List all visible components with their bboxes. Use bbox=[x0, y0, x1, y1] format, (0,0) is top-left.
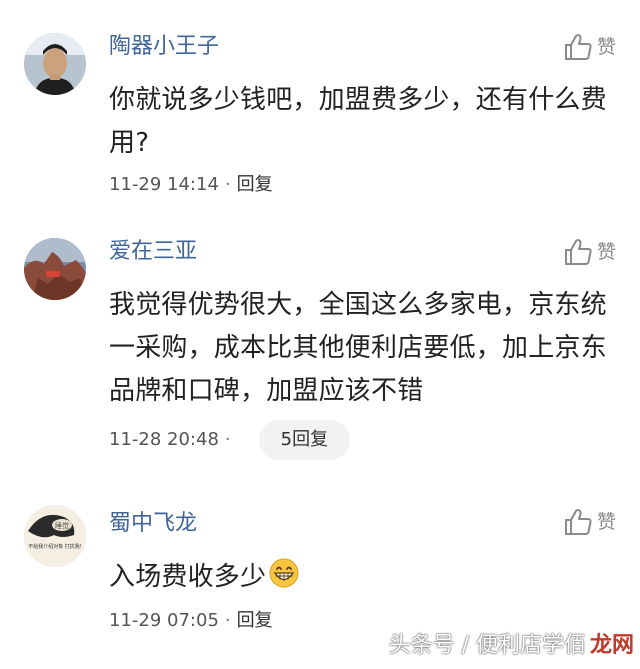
avatar[interactable]: 睡觉 不给我介绍对象 打扰我! bbox=[24, 505, 86, 567]
like-button[interactable]: 赞 bbox=[563, 507, 616, 537]
comment-text: 我觉得优势很大，全国这么多家电，京东统一采购，成本比其他便利店要低，加上京东品牌… bbox=[109, 290, 607, 406]
separator-dot: · bbox=[224, 429, 231, 450]
username[interactable]: 蜀中飞龙 bbox=[109, 513, 197, 535]
avatar-image: 睡觉 不给我介绍对象 打扰我! bbox=[24, 505, 86, 567]
separator-dot: · bbox=[224, 174, 231, 195]
like-label: 赞 bbox=[596, 35, 616, 58]
watermark-text: 头条号 / 便利店学佰 bbox=[388, 633, 586, 658]
comment-meta: 11-29 14:14 · 回复 bbox=[109, 176, 273, 194]
watermark: 头条号 / 便利店学佰 龙网 bbox=[389, 627, 634, 659]
comment-text-content: 入场费收多少 bbox=[109, 562, 267, 592]
reply-button[interactable]: 回复 bbox=[237, 176, 273, 194]
like-button[interactable]: 赞 bbox=[563, 237, 616, 267]
comment-text: 你就说多少钱吧，加盟费多少，还有什么费用? bbox=[109, 85, 607, 158]
avatar-image bbox=[24, 238, 86, 300]
like-label: 赞 bbox=[596, 510, 616, 533]
comment-meta: 11-29 07:05 · 回复 bbox=[109, 612, 273, 630]
watermark-logo: 龙网 bbox=[589, 633, 634, 658]
comment-meta: 11-28 20:48 · 5回复 bbox=[109, 420, 351, 460]
thumbs-up-icon bbox=[564, 34, 592, 60]
avatar[interactable] bbox=[24, 238, 86, 300]
comment-item: 陶器小王子 赞 你就说多少钱吧，加盟费多少，还有什么费用? 11-29 14:1… bbox=[0, 0, 640, 215]
username[interactable]: 爱在三亚 bbox=[109, 241, 197, 263]
comment-item: 爱在三亚 赞 我觉得优势很大，全国这么多家电，京东统一采购，成本比其他便利店要低… bbox=[0, 215, 640, 485]
like-label: 赞 bbox=[596, 240, 616, 263]
like-button[interactable]: 赞 bbox=[563, 32, 616, 62]
separator-dot: · bbox=[224, 610, 231, 631]
avatar-caption-bottom: 不给我介绍对象 打扰我! bbox=[28, 543, 82, 550]
timestamp: 11-28 20:48 bbox=[109, 429, 219, 450]
avatar-caption-top: 睡觉 bbox=[55, 521, 69, 530]
username[interactable]: 陶器小王子 bbox=[109, 36, 219, 58]
grinning-face-icon bbox=[269, 558, 299, 588]
timestamp: 11-29 14:14 bbox=[109, 174, 219, 195]
reply-button[interactable]: 回复 bbox=[237, 612, 273, 630]
comment-text: 入场费收多少 bbox=[109, 556, 614, 599]
avatar-image bbox=[24, 33, 86, 95]
thumbs-up-icon bbox=[564, 509, 592, 535]
thumbs-up-icon bbox=[564, 239, 592, 265]
avatar[interactable] bbox=[24, 33, 86, 95]
timestamp: 11-29 07:05 bbox=[109, 610, 219, 631]
replies-button[interactable]: 5回复 bbox=[258, 420, 351, 460]
